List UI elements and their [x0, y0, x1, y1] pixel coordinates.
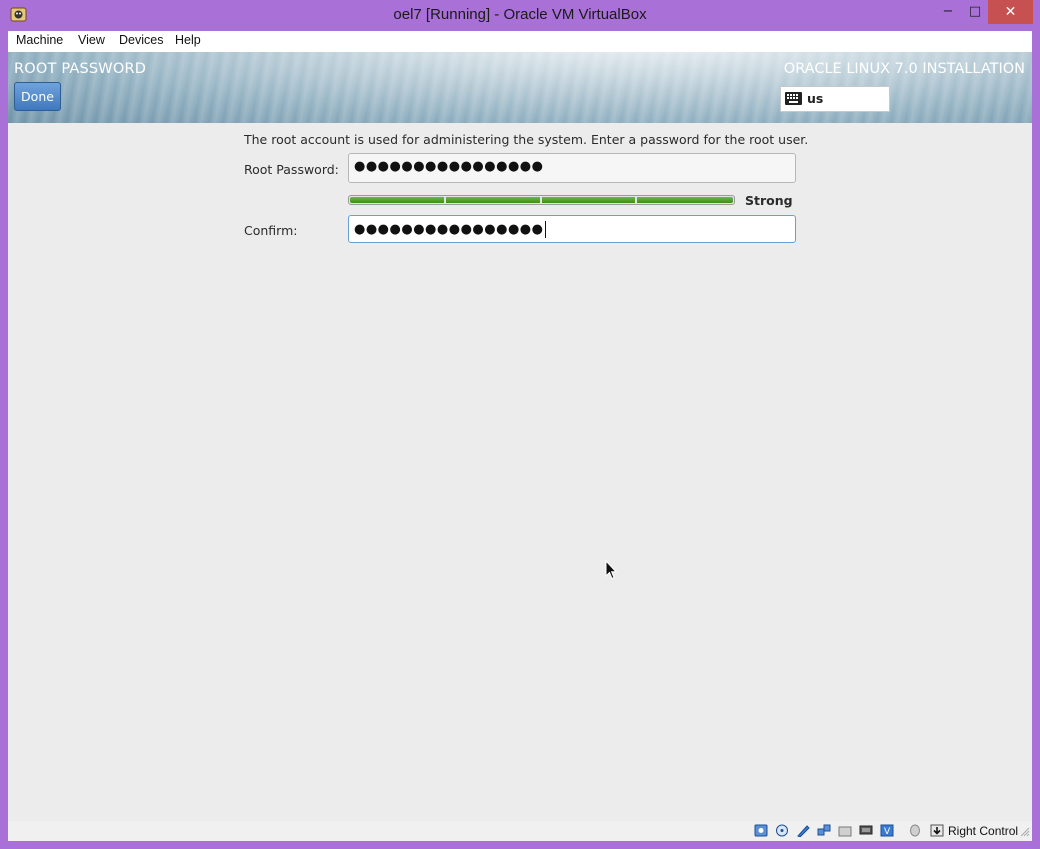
menu-help[interactable]: Help [175, 33, 201, 47]
product-title: ORACLE LINUX 7.0 INSTALLATION [783, 61, 1025, 77]
hard-disk-icon[interactable] [754, 824, 768, 837]
root-password-label: Root Password: [244, 162, 339, 177]
confirm-label: Confirm: [244, 223, 298, 238]
confirm-password-input[interactable]: ●●●●●●●●●●●●●●●● [348, 215, 796, 243]
password-strength-fill [350, 197, 733, 203]
text-caret [544, 221, 546, 238]
spoke-title: ROOT PASSWORD [14, 61, 147, 77]
display-icon[interactable] [859, 824, 873, 837]
mouse-integration-icon[interactable] [908, 824, 922, 837]
menu-view[interactable]: View [78, 33, 105, 47]
guest-display[interactable]: ROOT PASSWORD Done ORACLE LINUX 7.0 INST… [8, 52, 1032, 821]
close-button[interactable]: ✕ [988, 0, 1033, 24]
root-password-input[interactable]: ●●●●●●●●●●●●●●●● [348, 153, 796, 183]
svg-text:V: V [884, 827, 891, 837]
installer-header: ROOT PASSWORD Done ORACLE LINUX 7.0 INST… [8, 52, 1032, 123]
keyboard-layout-indicator[interactable]: us [780, 86, 890, 112]
menu-devices[interactable]: Devices [119, 33, 163, 47]
shared-folder-icon[interactable] [838, 824, 852, 837]
done-button[interactable]: Done [14, 82, 61, 111]
network-icon[interactable] [817, 824, 831, 837]
minimize-button[interactable]: − [936, 0, 960, 24]
root-password-value: ●●●●●●●●●●●●●●●● [354, 159, 544, 174]
menu-machine[interactable]: Machine [16, 33, 63, 47]
optical-disk-icon[interactable] [775, 824, 789, 837]
password-strength-bar [348, 195, 735, 205]
keyboard-capture-icon[interactable] [930, 824, 944, 837]
video-capture-icon[interactable]: V [880, 824, 894, 837]
maximize-button[interactable]: □ [962, 0, 988, 24]
menu-bar: Machine View Devices Help [8, 31, 1032, 53]
host-key-label: Right Control [948, 824, 1019, 838]
intro-text: The root account is used for administeri… [244, 132, 809, 147]
window-titlebar[interactable]: oel7 [Running] - Oracle VM VirtualBox − … [0, 0, 1040, 31]
vm-status-bar: V Right Control [8, 821, 1032, 841]
resize-grip-icon[interactable] [1020, 827, 1030, 837]
window-title: oel7 [Running] - Oracle VM VirtualBox [393, 6, 647, 23]
usb-icon[interactable] [796, 824, 810, 837]
mouse-pointer-icon [605, 560, 617, 580]
keyboard-layout-label: us [807, 91, 824, 106]
keyboard-icon [785, 92, 802, 105]
confirm-password-value: ●●●●●●●●●●●●●●●● [354, 221, 546, 238]
password-strength-label: Strong [745, 193, 793, 208]
